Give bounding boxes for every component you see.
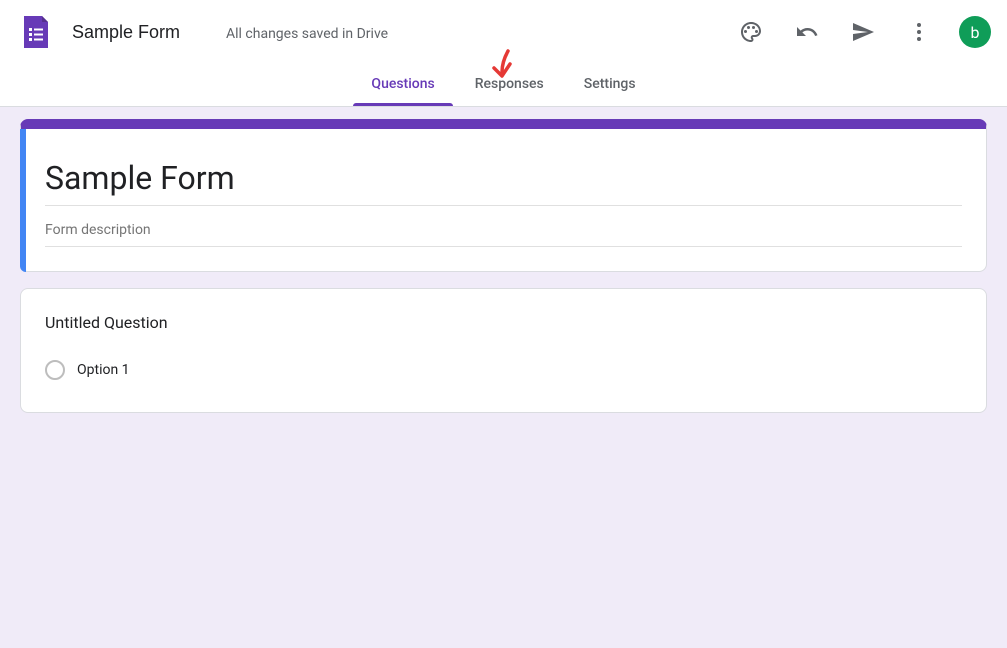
question-card[interactable]: Untitled Question Option 1 — [20, 288, 987, 413]
send-icon — [851, 20, 875, 44]
customize-theme-button[interactable] — [727, 8, 775, 56]
palette-icon — [739, 20, 763, 44]
radio-icon — [45, 360, 65, 380]
form-title-area: All changes saved in Drive — [72, 22, 727, 43]
form-title-field[interactable] — [45, 151, 962, 206]
option-label[interactable]: Option 1 — [77, 362, 130, 378]
send-button[interactable] — [839, 8, 887, 56]
tab-responses[interactable]: Responses — [467, 64, 552, 106]
undo-icon — [795, 20, 819, 44]
undo-button[interactable] — [783, 8, 831, 56]
content-area: Untitled Question Option 1 — [0, 107, 1007, 441]
header-actions: b — [727, 8, 991, 56]
form-description-field[interactable] — [45, 214, 962, 247]
header: All changes saved in Drive — [0, 0, 1007, 107]
more-options-button[interactable] — [895, 8, 943, 56]
tab-questions[interactable]: Questions — [363, 64, 442, 106]
option-row: Option 1 — [45, 352, 962, 388]
forms-app-icon[interactable] — [16, 12, 56, 52]
form-title-card[interactable] — [20, 119, 987, 272]
tab-settings[interactable]: Settings — [576, 64, 644, 106]
account-avatar[interactable]: b — [959, 16, 991, 48]
header-top: All changes saved in Drive — [0, 0, 1007, 64]
tabs: Questions Responses Settings — [0, 64, 1007, 106]
save-status: All changes saved in Drive — [226, 26, 388, 42]
header-form-title-input[interactable] — [72, 22, 202, 43]
question-title[interactable]: Untitled Question — [45, 313, 962, 332]
more-vert-icon — [907, 20, 931, 44]
